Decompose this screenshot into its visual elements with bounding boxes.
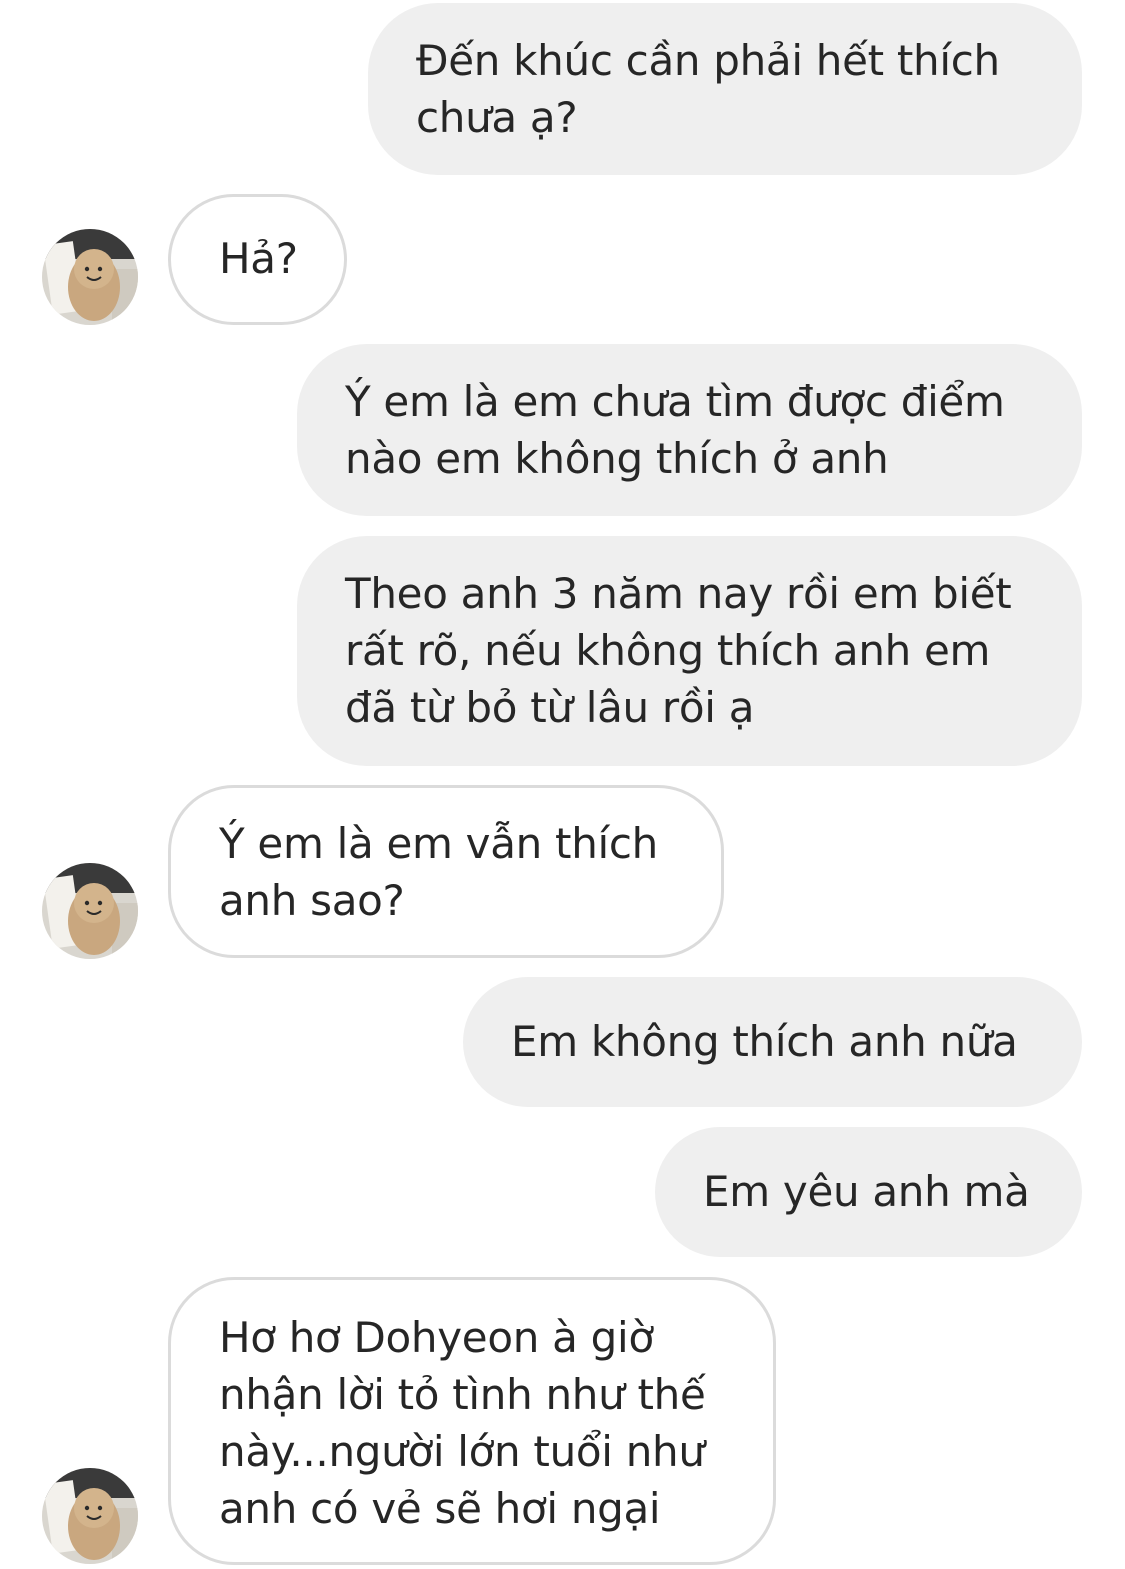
sent-message[interactable]: Theo anh 3 năm nay rồi em biết rất rõ, n…: [297, 536, 1082, 766]
sent-message[interactable]: Em không thích anh nữa: [463, 977, 1082, 1107]
received-message[interactable]: Hơ hơ Dohyeon à giờ nhận lời tỏ tình như…: [168, 1277, 776, 1565]
received-message[interactable]: Ý em là em vẫn thích anh sao?: [168, 785, 724, 958]
contact-avatar-icon[interactable]: [42, 229, 138, 325]
contact-avatar-icon[interactable]: [42, 863, 138, 959]
sent-message[interactable]: Ý em là em chưa tìm được điểm nào em khô…: [297, 344, 1082, 516]
sent-message[interactable]: Đến khúc cần phải hết thích chưa ạ?: [368, 3, 1082, 175]
contact-avatar-icon[interactable]: [42, 1468, 138, 1564]
sent-message[interactable]: Em yêu anh mà: [655, 1127, 1082, 1257]
received-message[interactable]: Hả?: [168, 194, 347, 325]
